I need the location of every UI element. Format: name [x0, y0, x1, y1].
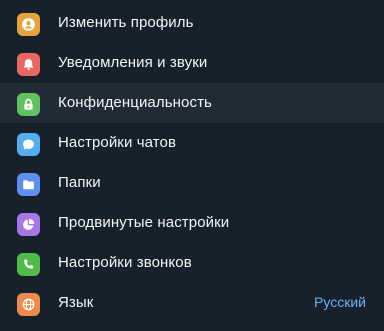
- settings-menu: Изменить профиль Уведомления и звуки Кон…: [0, 0, 384, 331]
- language-value: Русский: [314, 294, 366, 310]
- menu-item-label: Уведомления и звуки: [58, 54, 208, 71]
- bell-icon: [17, 53, 40, 76]
- menu-item-notifications[interactable]: Уведомления и звуки: [0, 43, 384, 83]
- profile-icon: [17, 13, 40, 36]
- menu-item-label: Настройки звонков: [58, 254, 192, 271]
- folder-icon: [17, 173, 40, 196]
- menu-item-label: Конфиденциальность: [58, 94, 212, 111]
- menu-item-calls[interactable]: Настройки звонков: [0, 243, 384, 283]
- menu-item-label: Папки: [58, 174, 101, 191]
- menu-item-label: Язык: [58, 294, 94, 311]
- chat-icon: [17, 133, 40, 156]
- menu-item-privacy[interactable]: Конфиденциальность: [0, 83, 384, 123]
- menu-item-label: Настройки чатов: [58, 134, 177, 151]
- lock-icon: [17, 93, 40, 116]
- pie-chart-icon: [17, 213, 40, 236]
- phone-icon: [17, 253, 40, 276]
- menu-item-edit-profile[interactable]: Изменить профиль: [0, 3, 384, 43]
- menu-item-language[interactable]: Язык Русский: [0, 283, 384, 323]
- menu-item-label: Продвинутые настройки: [58, 214, 230, 231]
- globe-icon: [17, 293, 40, 316]
- menu-item-chat-settings[interactable]: Настройки чатов: [0, 123, 384, 163]
- menu-item-folders[interactable]: Папки: [0, 163, 384, 203]
- menu-item-label: Изменить профиль: [58, 14, 194, 31]
- menu-item-advanced[interactable]: Продвинутые настройки: [0, 203, 384, 243]
